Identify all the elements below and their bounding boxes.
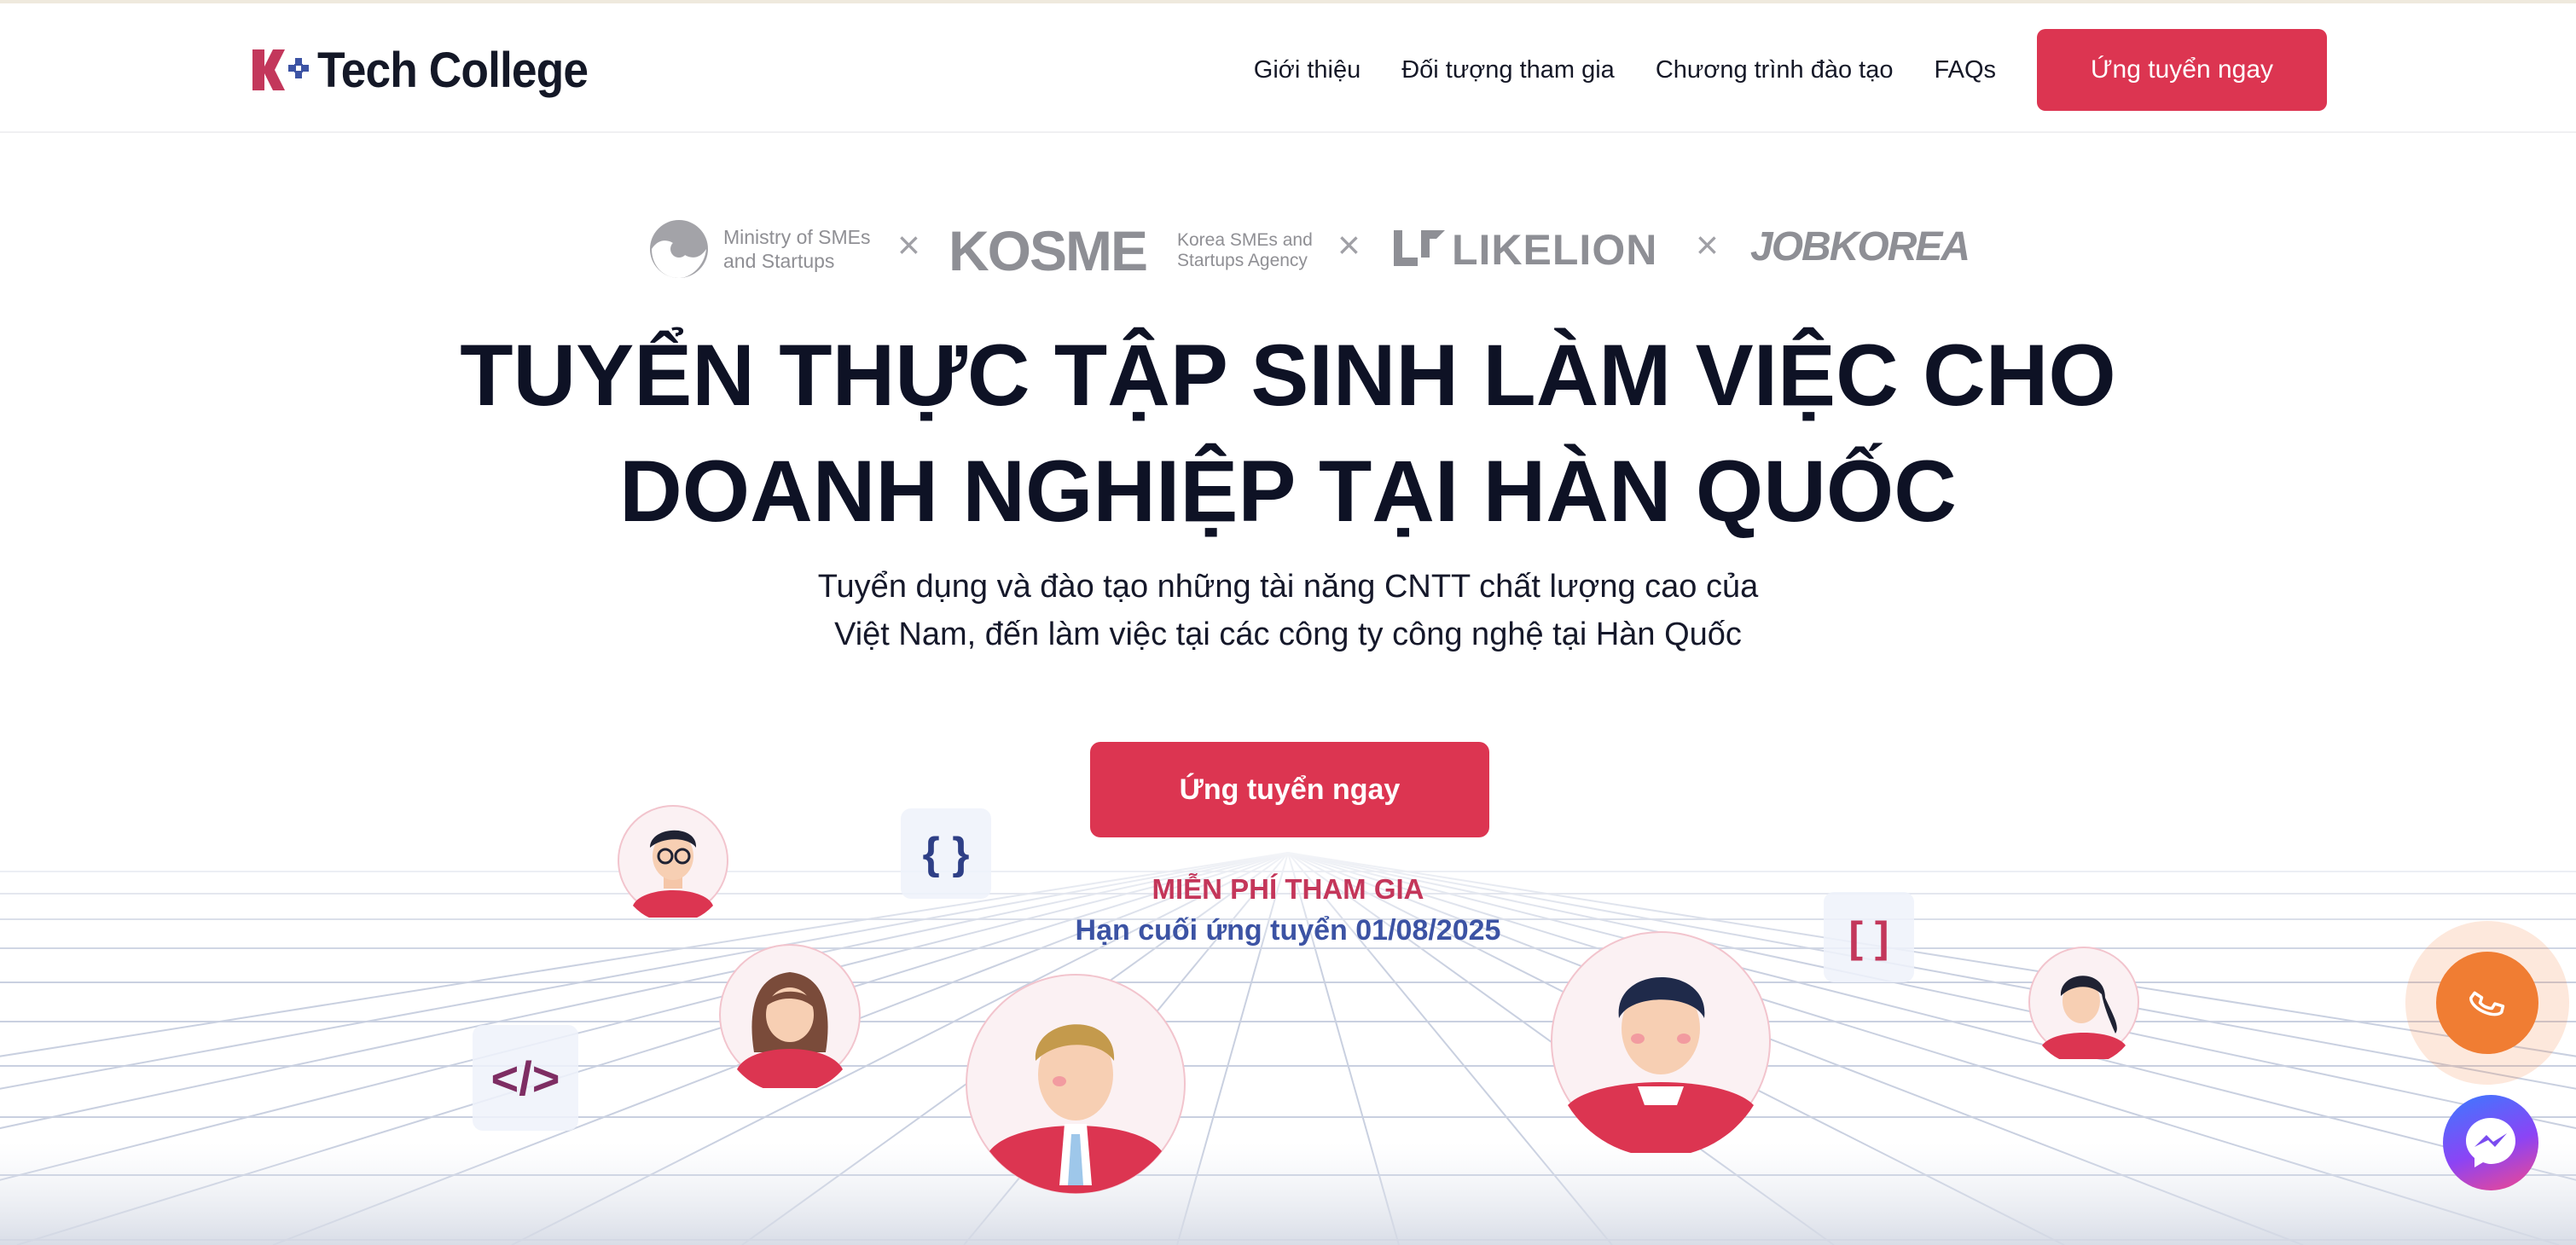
main-nav: Giới thiệu Đối tượng tham gia Chương trì…	[1213, 29, 2327, 111]
nav-link-faqs[interactable]: FAQs	[1934, 56, 1996, 84]
messenger-button[interactable]	[2443, 1095, 2538, 1190]
hero-apply-button[interactable]: Ứng tuyển ngay	[1090, 742, 1489, 837]
avatar-man-dark-hair	[1551, 931, 1771, 1153]
k-logo-mark	[251, 44, 316, 96]
ministry-emblem-icon	[650, 220, 708, 278]
partner-separator: ×	[897, 223, 920, 267]
logo[interactable]: Tech College	[251, 36, 612, 104]
partner-ministry: Ministry of SMEs and Startups	[648, 215, 896, 283]
site-header: Tech College Giới thiệu Đối tượng tham g…	[0, 3, 2576, 133]
likelion-mark-icon	[1394, 230, 1445, 266]
deadline-label: Hạn cuối ứng tuyển 01/08/2025	[1075, 914, 1501, 947]
partner-separator: ×	[1696, 223, 1719, 267]
kosme-subtitle: Korea SMEs and Startups Agency	[1177, 230, 1313, 270]
free-participation-label: MIỄN PHÍ THAM GIA	[1152, 873, 1424, 905]
avatar-man-blonde	[966, 974, 1186, 1194]
partner-separator: ×	[1337, 223, 1361, 267]
likelion-wordmark: LIKELION	[1452, 226, 1658, 274]
ministry-name: Ministry of SMEs and Startups	[723, 226, 871, 272]
nav-link-chuong-trinh[interactable]: Chương trình đào tạo	[1656, 56, 1894, 84]
nav-link-gioi-thieu[interactable]: Giới thiệu	[1254, 56, 1361, 84]
partner-kosme: KOSME Korea SMEs and Startups Agency	[949, 218, 1332, 282]
hero-title: TUYỂN THỰC TẬP SINH LÀM VIỆC CHO DOANH N…	[460, 327, 2116, 540]
messenger-icon	[2466, 1118, 2515, 1167]
avatar-woman-ponytail	[2028, 947, 2139, 1059]
partner-likelion: LIKELION	[1392, 222, 1699, 276]
nav-link-doi-tuong[interactable]: Đối tượng tham gia	[1401, 56, 1615, 84]
phone-icon	[2469, 991, 2505, 1016]
header-apply-button[interactable]: Ứng tuyển ngay	[2037, 29, 2327, 111]
hero-subtitle: Tuyển dụng và đào tạo những tài năng CNT…	[817, 569, 1759, 652]
partner-jobkorea: JOBKOREA	[1750, 218, 1970, 278]
partner-logos: Ministry of SMEs and Startups × KOSME Ko…	[648, 215, 1970, 283]
logo-text: Tech College	[317, 42, 589, 98]
jobkorea-wordmark: JOBKOREA	[1750, 224, 1970, 269]
kosme-wordmark: KOSME	[949, 219, 1148, 282]
call-button[interactable]	[2436, 952, 2538, 1054]
code-tag-tile: </>	[473, 1025, 578, 1131]
avatar-woman-long-hair	[719, 944, 861, 1088]
